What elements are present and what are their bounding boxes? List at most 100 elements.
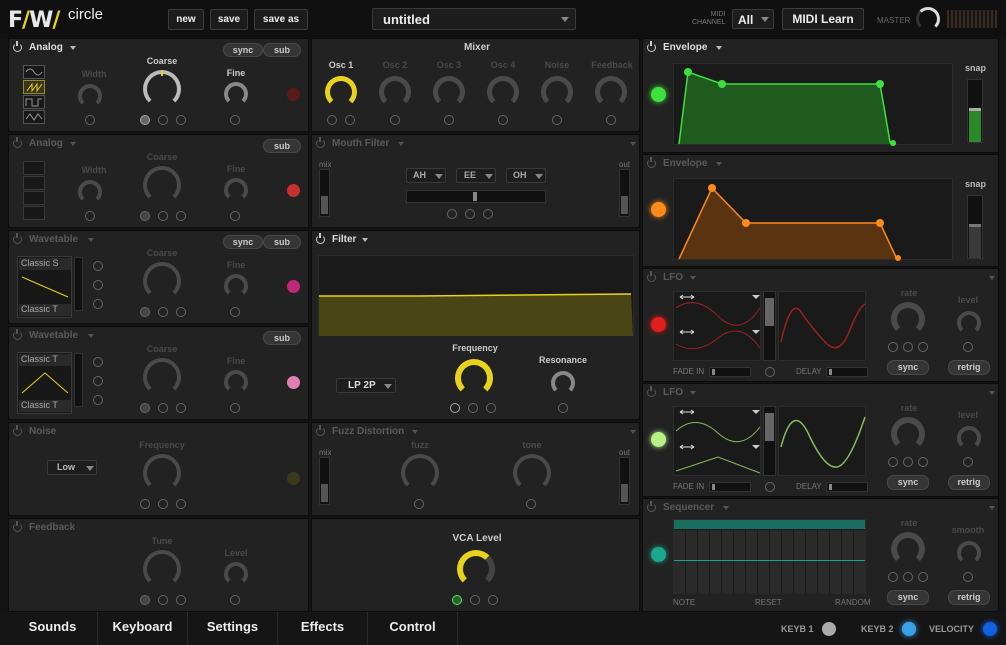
tab-sounds[interactable]: Sounds (8, 612, 98, 645)
mod-slot[interactable] (230, 115, 240, 125)
chevron-down-icon[interactable] (723, 506, 729, 510)
mod-slot[interactable] (85, 211, 95, 221)
tab-settings[interactable]: Settings (188, 612, 278, 645)
lfo2-sync-button[interactable]: sync (887, 475, 929, 490)
mod-slot[interactable] (498, 115, 508, 125)
seq-reset-label[interactable]: RESET (755, 598, 782, 607)
osc1-sub-button[interactable]: sub (263, 43, 301, 57)
osc3-level-knob[interactable] (433, 76, 465, 108)
power-icon[interactable] (316, 233, 325, 244)
chevron-down-icon[interactable] (398, 142, 404, 146)
osc1-sync-button[interactable]: sync (223, 43, 263, 57)
power-icon[interactable] (647, 386, 656, 397)
mod-slot[interactable] (903, 342, 913, 352)
mod-slot[interactable] (903, 457, 913, 467)
sequencer-steps[interactable] (674, 530, 865, 594)
vowel-3-select[interactable]: OH (506, 168, 546, 183)
mod-slot[interactable] (230, 595, 240, 605)
seq-smooth-knob[interactable] (957, 541, 981, 565)
power-icon[interactable] (316, 137, 325, 148)
mod-slot[interactable] (140, 595, 150, 605)
mod-slot[interactable] (176, 211, 186, 221)
mod-slot[interactable] (140, 211, 150, 221)
lfo2-rate-knob[interactable] (891, 417, 925, 451)
lfo1-sync-button[interactable]: sync (887, 360, 929, 375)
mod-slot[interactable] (606, 115, 616, 125)
mod-slot[interactable] (918, 457, 928, 467)
osc3-sub-button[interactable]: sub (263, 235, 301, 249)
mod-slot[interactable] (447, 209, 457, 219)
mod-slot[interactable] (140, 499, 150, 509)
mod-slot[interactable] (158, 499, 168, 509)
osc3-coarse-knob[interactable] (143, 262, 181, 300)
vowel-morph-slider[interactable] (406, 190, 546, 203)
vowel-2-select[interactable]: EE (456, 168, 496, 183)
osc4-level-knob[interactable] (487, 76, 519, 108)
mod-slot[interactable] (176, 403, 186, 413)
mod-slot[interactable] (158, 403, 168, 413)
osc2-sub-button[interactable]: sub (263, 139, 301, 153)
chevron-down-icon[interactable] (362, 238, 368, 242)
osc4-coarse-knob[interactable] (143, 358, 181, 396)
noise-type-select[interactable]: Low (47, 460, 97, 475)
power-icon[interactable] (13, 425, 22, 436)
sequencer-grid[interactable] (673, 519, 866, 594)
mod-slot[interactable] (552, 115, 562, 125)
power-icon[interactable] (647, 271, 656, 282)
mod-slot[interactable] (888, 342, 898, 352)
feedback-tune-knob[interactable] (143, 550, 181, 588)
feedback-level-knob[interactable] (595, 76, 627, 108)
wavetable-position-slider[interactable] (74, 257, 83, 311)
envelope2-snap-slider[interactable] (967, 195, 983, 259)
vowel-1-select[interactable]: AH (406, 168, 446, 183)
mod-slot[interactable] (158, 211, 168, 221)
chevron-down-icon[interactable] (88, 334, 94, 338)
chevron-down-icon[interactable] (716, 46, 722, 50)
mod-slot[interactable] (158, 595, 168, 605)
mod-slot[interactable] (140, 403, 150, 413)
mod-slot[interactable] (963, 342, 973, 352)
chevron-down-icon[interactable] (70, 46, 76, 50)
osc4-fine-knob[interactable] (224, 370, 248, 394)
mod-slot[interactable] (765, 367, 775, 377)
chevron-down-icon[interactable] (716, 162, 722, 166)
save-button[interactable]: save (210, 9, 248, 30)
seq-random-label[interactable]: RANDOM (835, 598, 871, 607)
osc3-sync-button[interactable]: sync (223, 235, 263, 249)
power-icon[interactable] (316, 425, 325, 436)
osc1-width-knob[interactable] (78, 84, 102, 108)
osc4-sub-button[interactable]: sub (263, 331, 301, 345)
mod-slot[interactable] (465, 209, 475, 219)
midi-channel-select[interactable]: All (732, 9, 774, 29)
feedback-level-knob[interactable] (224, 562, 248, 586)
mouth-out-slider[interactable] (619, 169, 630, 217)
mod-slot[interactable] (963, 572, 973, 582)
chevron-down-icon[interactable] (690, 276, 696, 280)
mod-slot[interactable] (176, 307, 186, 317)
lfo1-rate-knob[interactable] (891, 302, 925, 336)
mouth-mix-slider[interactable] (319, 169, 330, 217)
new-button[interactable]: new (168, 9, 204, 30)
sine-wave-icon[interactable] (23, 161, 45, 175)
power-icon[interactable] (647, 501, 656, 512)
saw-wave-icon[interactable] (23, 176, 45, 190)
power-icon[interactable] (647, 41, 656, 52)
chevron-down-icon[interactable] (70, 142, 76, 146)
mod-slot[interactable] (230, 211, 240, 221)
wavetable-select-1[interactable]: Classic T (19, 354, 71, 366)
saw-wave-icon[interactable] (23, 80, 45, 94)
mod-slot[interactable] (140, 307, 150, 317)
mod-slot[interactable] (390, 115, 400, 125)
chevron-down-icon[interactable] (989, 506, 995, 510)
power-icon[interactable] (13, 521, 22, 532)
fuzz-out-slider[interactable] (619, 457, 630, 505)
mod-slot[interactable] (903, 572, 913, 582)
mod-slot[interactable] (93, 299, 103, 309)
fuzz-mix-slider[interactable] (319, 457, 330, 505)
master-knob[interactable] (916, 7, 940, 31)
mod-slot[interactable] (140, 115, 150, 125)
tab-control[interactable]: Control (368, 612, 458, 645)
chevron-down-icon[interactable] (690, 391, 696, 395)
power-icon[interactable] (647, 157, 656, 168)
mod-slot[interactable] (444, 115, 454, 125)
